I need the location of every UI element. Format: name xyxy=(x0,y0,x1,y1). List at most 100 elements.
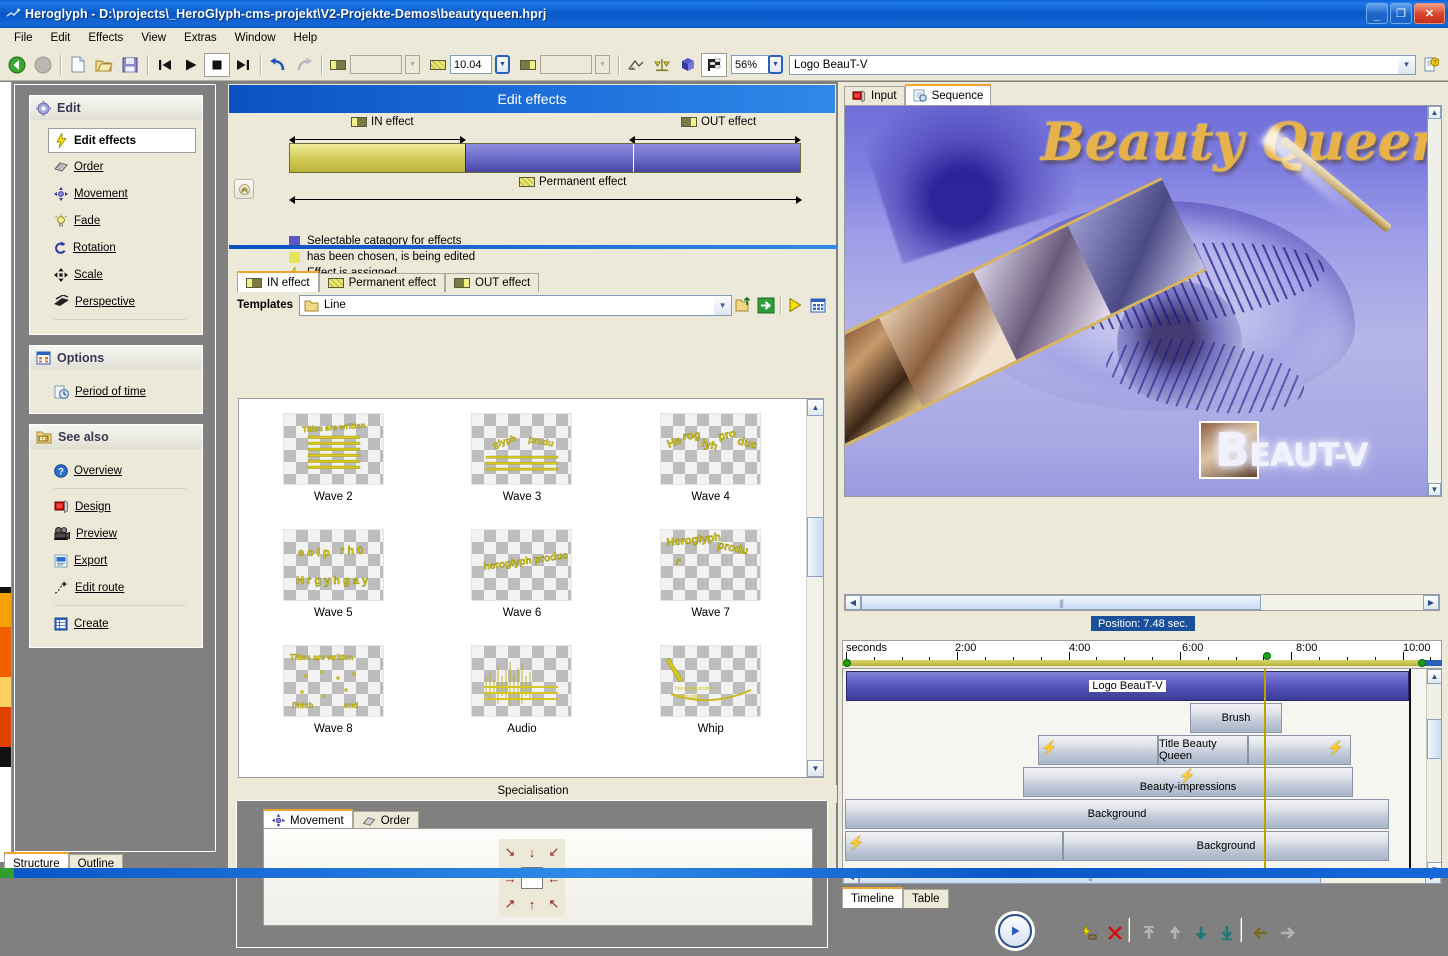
menu-view[interactable]: View xyxy=(133,30,174,46)
undo-button[interactable] xyxy=(265,53,291,77)
template-item[interactable]: Audio xyxy=(428,645,617,735)
sidebar-item-movement[interactable]: Movement xyxy=(54,180,196,207)
move-down-button[interactable] xyxy=(1190,922,1212,944)
direction-down-right[interactable]: ↘ xyxy=(505,844,516,860)
table-row[interactable]: Logo BeauT-V xyxy=(843,671,1426,701)
stop-button[interactable] xyxy=(204,53,230,77)
menu-file[interactable]: File xyxy=(6,30,41,46)
scrollbar-thumb[interactable] xyxy=(1427,719,1442,759)
maximize-button[interactable]: ❐ xyxy=(1390,3,1412,24)
direction-down-left[interactable]: ↙ xyxy=(549,844,560,860)
timeline-tracks[interactable]: Logo BeauT-V Brush ⚡ Title Beauty Queen … xyxy=(842,668,1442,878)
scroll-right-button[interactable]: ▶ xyxy=(1423,595,1439,610)
template-item[interactable]: Heroglyhproduc Wave 4 xyxy=(616,413,805,503)
menu-help[interactable]: Help xyxy=(286,30,326,46)
timeline-clip[interactable]: ⚡ xyxy=(1038,735,1158,765)
sidebar-item-rotation[interactable]: Rotation xyxy=(54,234,196,261)
duration-field[interactable]: 10.04 xyxy=(450,55,492,74)
play-preview-button[interactable] xyxy=(998,914,1032,948)
timeline-clip[interactable]: Background xyxy=(845,799,1389,829)
scroll-up-button[interactable]: ▲ xyxy=(807,399,824,416)
close-button[interactable]: ✕ xyxy=(1414,3,1445,24)
effect-bar-middle-segment[interactable] xyxy=(466,144,634,172)
table-row[interactable]: ⚡ Background xyxy=(843,831,1426,861)
chevron-down-icon[interactable]: ▼ xyxy=(714,296,731,315)
tab-timeline[interactable]: Timeline xyxy=(842,887,903,908)
range-start-knob[interactable] xyxy=(843,659,851,667)
direction-up-right[interactable]: ↗ xyxy=(505,896,516,912)
template-item[interactable]: Heroglyphprodu r Wave 7 xyxy=(616,529,805,619)
save-button[interactable] xyxy=(117,53,143,77)
sidebar-item-fade[interactable]: Fade xyxy=(54,207,196,234)
out-effect-field[interactable] xyxy=(540,55,592,74)
direction-up[interactable]: ↑ xyxy=(529,897,536,912)
sidebar-item-scale[interactable]: Scale xyxy=(54,261,196,288)
minimize-button[interactable]: _ xyxy=(1366,3,1388,24)
scroll-left-button[interactable]: ◀ xyxy=(845,595,861,610)
sidebar-item-perspective[interactable]: Perspective xyxy=(54,288,196,315)
menu-edit[interactable]: Edit xyxy=(43,30,79,46)
menu-window[interactable]: Window xyxy=(227,30,284,46)
tab-sequence[interactable]: Sequence xyxy=(905,84,992,105)
sidebar-item-design[interactable]: Design xyxy=(54,493,196,520)
move-to-bottom-button[interactable] xyxy=(1216,922,1238,944)
direction-up-left[interactable]: ↖ xyxy=(549,896,560,912)
duration-dropdown[interactable]: ▼ xyxy=(495,55,510,74)
collapse-button[interactable] xyxy=(234,179,254,199)
tab-input[interactable]: Input xyxy=(844,86,905,105)
sidebar-item-preview[interactable]: Preview xyxy=(54,520,196,547)
template-item[interactable]: glyph produ Wave 3 xyxy=(428,413,617,503)
add-effect-button[interactable] xyxy=(1078,922,1100,944)
in-effect-field[interactable] xyxy=(350,55,402,74)
scrollbar-thumb[interactable]: ||| xyxy=(861,595,1261,610)
template-item[interactable]: heroglyph produceffects titles Whip xyxy=(616,645,805,735)
sidebar-item-create[interactable]: Create xyxy=(54,610,196,637)
menu-effects[interactable]: Effects xyxy=(80,30,131,46)
help-button[interactable]: ? xyxy=(1418,53,1444,77)
last-frame-button[interactable] xyxy=(230,53,256,77)
scroll-up-button[interactable]: ▲ xyxy=(1427,669,1442,684)
move-left-button[interactable] xyxy=(1250,922,1272,944)
flag-button[interactable] xyxy=(701,53,727,77)
sidebar-item-edit-effects[interactable]: Edit effects xyxy=(48,128,196,153)
preview-canvas[interactable]: Beauty Queen BEAUT-V xyxy=(844,105,1440,497)
timeline-ruler[interactable]: seconds 2:00 4:00 6:00 8:00 10:00 xyxy=(842,640,1442,662)
object-combo[interactable]: Logo BeauT-V ▼ xyxy=(789,55,1416,75)
effect-bar-out-segment[interactable] xyxy=(634,144,800,172)
preview-horizontal-scrollbar[interactable]: ◀ ||| ▶ xyxy=(844,594,1440,611)
template-item[interactable]: Titles are written finishend Wave 8 xyxy=(239,645,428,735)
direction-down[interactable]: ↓ xyxy=(529,845,536,860)
forward-button[interactable] xyxy=(30,53,56,77)
effect-bar[interactable] xyxy=(289,143,801,173)
balance-button[interactable] xyxy=(649,53,675,77)
sidebar-item-overview[interactable]: ? Overview xyxy=(54,457,196,484)
preview-effect-button[interactable] xyxy=(784,294,806,316)
first-frame-button[interactable] xyxy=(152,53,178,77)
new-button[interactable] xyxy=(65,53,91,77)
object-3d-button[interactable] xyxy=(675,53,701,77)
in-effect-dropdown[interactable]: ▼ xyxy=(405,55,420,74)
menu-extras[interactable]: Extras xyxy=(176,30,225,46)
timeline-clip[interactable]: Background xyxy=(1063,831,1389,861)
playhead[interactable] xyxy=(1264,669,1266,877)
sequence-range-bar[interactable] xyxy=(842,660,1442,666)
scrollbar-thumb[interactable] xyxy=(807,517,824,577)
apply-button[interactable] xyxy=(755,294,777,316)
timeline-clip[interactable]: Title Beauty Queen xyxy=(1158,735,1248,765)
sidebar-item-period-of-time[interactable]: Period of time xyxy=(54,378,196,405)
tab-table[interactable]: Table xyxy=(903,889,949,908)
templates-scrollbar[interactable]: ▲ ▼ xyxy=(806,399,823,777)
table-row[interactable]: ⚡ Beauty-impressions xyxy=(843,767,1426,797)
grid-view-button[interactable] xyxy=(807,294,829,316)
tab-out-effect[interactable]: OUT effect xyxy=(445,273,539,292)
timeline-clip[interactable]: ⚡ xyxy=(845,831,1063,861)
tab-in-effect[interactable]: IN effect xyxy=(237,271,319,292)
open-button[interactable] xyxy=(91,53,117,77)
play-button[interactable] xyxy=(178,53,204,77)
preview-vertical-scrollbar[interactable]: ▲ ▼ xyxy=(1427,105,1442,497)
template-item[interactable]: heroglyph produc Wave 6 xyxy=(428,529,617,619)
templates-combo[interactable]: Line ▼ xyxy=(299,295,732,316)
back-button[interactable] xyxy=(4,53,30,77)
table-row[interactable]: Brush xyxy=(843,703,1426,733)
scroll-up-button[interactable]: ▲ xyxy=(1428,106,1441,119)
